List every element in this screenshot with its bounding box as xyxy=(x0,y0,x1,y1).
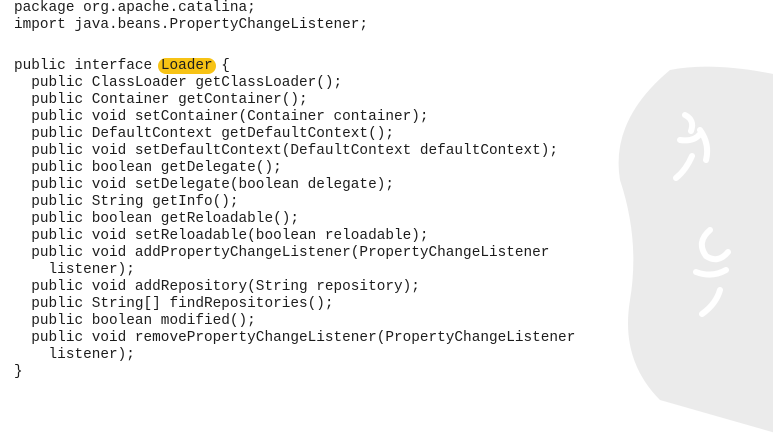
code-line-set-default-context: public void setDefaultContext(DefaultCon… xyxy=(14,143,559,159)
code-line-get-default-context: public DefaultContext getDefaultContext(… xyxy=(14,126,394,142)
highlighted-loader-word: Loader xyxy=(157,58,216,74)
code-listing: package org.apache.catalina; import java… xyxy=(14,0,769,432)
code-line-import: import java.beans.PropertyChangeListener… xyxy=(14,17,369,33)
code-line-set-reloadable: public void setReloadable(boolean reload… xyxy=(14,228,429,244)
code-line-interface-prefix: public interface xyxy=(14,58,161,74)
code-line-set-delegate: public void setDelegate(boolean delegate… xyxy=(14,177,394,193)
code-line-listener-continuation: listener); xyxy=(14,262,135,278)
code-line-modified: public boolean modified(); xyxy=(14,313,256,329)
code-line-get-container: public Container getContainer(); xyxy=(14,92,308,108)
code-line-get-info: public String getInfo(); xyxy=(14,194,239,210)
code-line-get-reloadable: public boolean getReloadable(); xyxy=(14,211,299,227)
code-line-add-repository: public void addRepository(String reposit… xyxy=(14,279,420,295)
code-line-package: package org.apache.catalina; xyxy=(14,0,256,16)
code-line-get-class-loader: public ClassLoader getClassLoader(); xyxy=(14,75,343,91)
code-line-interface-declaration: public interface Loader { xyxy=(14,58,230,75)
code-line-interface-brace: { xyxy=(212,58,230,74)
code-line-get-delegate: public boolean getDelegate(); xyxy=(14,160,282,176)
code-line-find-repositories: public String[] findRepositories(); xyxy=(14,296,334,312)
code-line-set-container: public void setContainer(Container conta… xyxy=(14,109,429,125)
code-line-closing-brace: } xyxy=(14,364,23,380)
code-line-remove-property-change-listener: public void removePropertyChangeListener… xyxy=(14,330,576,346)
code-line-add-property-change-listener: public void addPropertyChangeListener(Pr… xyxy=(14,245,550,261)
code-line-listener-continuation-2: listener); xyxy=(14,347,135,363)
